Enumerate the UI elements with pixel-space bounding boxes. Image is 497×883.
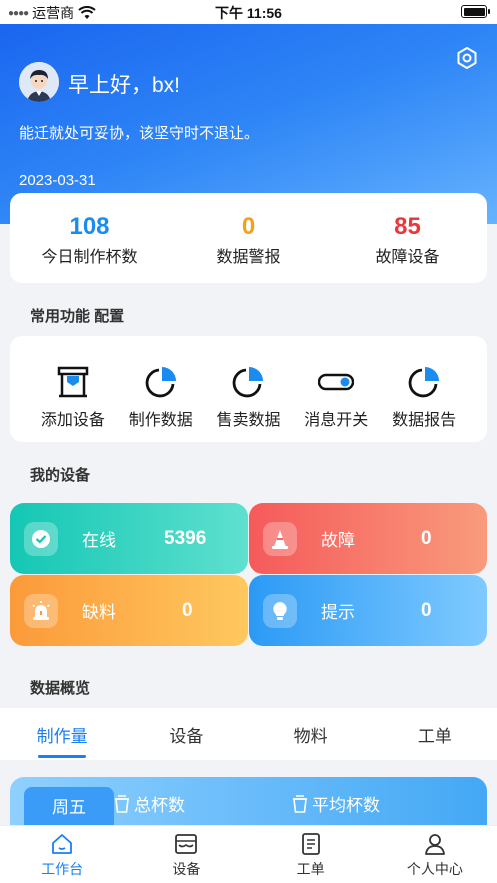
nav-work-orders[interactable]: 工单 <box>249 826 373 883</box>
status-bar: ●●●● 运营商 下午 11:56 <box>0 0 497 24</box>
pie-chart-icon <box>408 367 440 398</box>
cup-icon <box>293 794 307 813</box>
func-label: 数据报告 <box>392 412 457 429</box>
stat-value: 85 <box>394 213 421 240</box>
section-title-common: 常用功能 配置 <box>30 308 125 325</box>
motto-text: 能迁就处可妥协，该坚守时不退让。 <box>19 125 260 142</box>
func-label: 售卖数据 <box>216 412 281 429</box>
nav-label: 设备 <box>172 861 201 877</box>
stat-today-cups[interactable]: 108 今日制作杯数 <box>10 193 169 283</box>
func-label: 添加设备 <box>40 412 105 429</box>
stat-label: 数据警报 <box>216 249 281 266</box>
stat-label: 今日制作杯数 <box>41 249 138 266</box>
func-message-toggle[interactable]: 消息开关 <box>292 336 380 442</box>
section-title-devices: 我的设备 <box>30 467 91 484</box>
nav-workbench[interactable]: 工作台 <box>0 826 124 883</box>
device-label: 缺料 <box>82 603 116 622</box>
func-data-report[interactable]: 数据报告 <box>380 336 468 442</box>
total-cups-label: 总杯数 <box>114 791 185 816</box>
device-value: 5396 <box>164 527 207 549</box>
nav-label: 个人中心 <box>406 861 463 877</box>
device-value: 0 <box>421 599 432 621</box>
document-icon <box>301 833 320 855</box>
func-label: 制作数据 <box>128 412 193 429</box>
average-cups-label: 平均杯数 <box>292 791 380 816</box>
toggle-icon <box>318 373 355 391</box>
func-sales-data[interactable]: 售卖数据 <box>205 336 293 442</box>
total-label-text: 总杯数 <box>134 796 185 815</box>
pie-chart-icon <box>145 367 176 398</box>
nav-devices[interactable]: 设备 <box>124 826 248 883</box>
tab-production[interactable]: 制作量 <box>0 708 124 760</box>
device-tile-fault[interactable]: 故障 0 <box>249 503 487 574</box>
user-avatar-icon <box>19 62 59 102</box>
device-value: 0 <box>182 599 193 621</box>
stat-data-alarms[interactable]: 0 数据警报 <box>169 193 328 283</box>
average-label-text: 平均杯数 <box>312 796 380 815</box>
home-icon <box>52 834 73 854</box>
nav-label: 工作台 <box>41 861 84 877</box>
stat-fault-devices[interactable]: 85 故障设备 <box>328 193 487 283</box>
stat-value: 0 <box>241 213 256 240</box>
check-circle-icon <box>24 522 58 556</box>
function-card: 添加设备 制作数据 售卖数据 消息开关 数据报告 <box>10 336 487 442</box>
pie-chart-icon <box>233 367 264 398</box>
overview-tabs: 制作量 设备 物料 工单 <box>0 708 497 760</box>
device-label: 提示 <box>321 603 355 622</box>
func-production-data[interactable]: 制作数据 <box>117 336 205 442</box>
func-label: 消息开关 <box>304 412 369 429</box>
cup-icon <box>115 794 129 813</box>
func-add-device[interactable]: 添加设备 <box>29 336 117 442</box>
device-tile-online[interactable]: 在线 5396 <box>10 503 248 574</box>
user-icon <box>424 834 445 855</box>
device-box-icon <box>57 366 89 398</box>
traffic-cone-icon <box>263 522 297 556</box>
store-icon <box>175 834 198 854</box>
lightbulb-icon <box>263 594 297 628</box>
stats-card: 108 今日制作杯数 0 数据警报 85 故障设备 <box>10 193 487 283</box>
section-title-overview: 数据概览 <box>30 680 91 697</box>
stat-value: 108 <box>69 213 110 240</box>
tab-materials[interactable]: 物料 <box>249 708 373 760</box>
date-text: 2023-03-31 <box>19 172 96 189</box>
device-value: 0 <box>421 527 432 549</box>
alarm-light-icon <box>24 594 58 628</box>
avatar[interactable] <box>19 62 59 102</box>
device-tile-tip[interactable]: 提示 0 <box>249 575 487 646</box>
nav-label: 工单 <box>296 861 325 877</box>
bottom-nav: 工作台 设备 工单 个人中心 <box>0 825 497 883</box>
status-time: 下午 11:56 <box>215 5 282 21</box>
settings-icon[interactable] <box>455 46 479 70</box>
device-label: 在线 <box>82 531 116 550</box>
device-label: 故障 <box>321 531 355 550</box>
device-tile-shortage[interactable]: 缺料 0 <box>10 575 248 646</box>
tab-devices[interactable]: 设备 <box>124 708 248 760</box>
stat-label: 故障设备 <box>375 249 440 266</box>
tab-work-orders[interactable]: 工单 <box>373 708 497 760</box>
nav-profile[interactable]: 个人中心 <box>373 826 497 883</box>
battery-icon <box>461 5 490 18</box>
greeting-text: 早上好，bx! <box>68 74 181 97</box>
